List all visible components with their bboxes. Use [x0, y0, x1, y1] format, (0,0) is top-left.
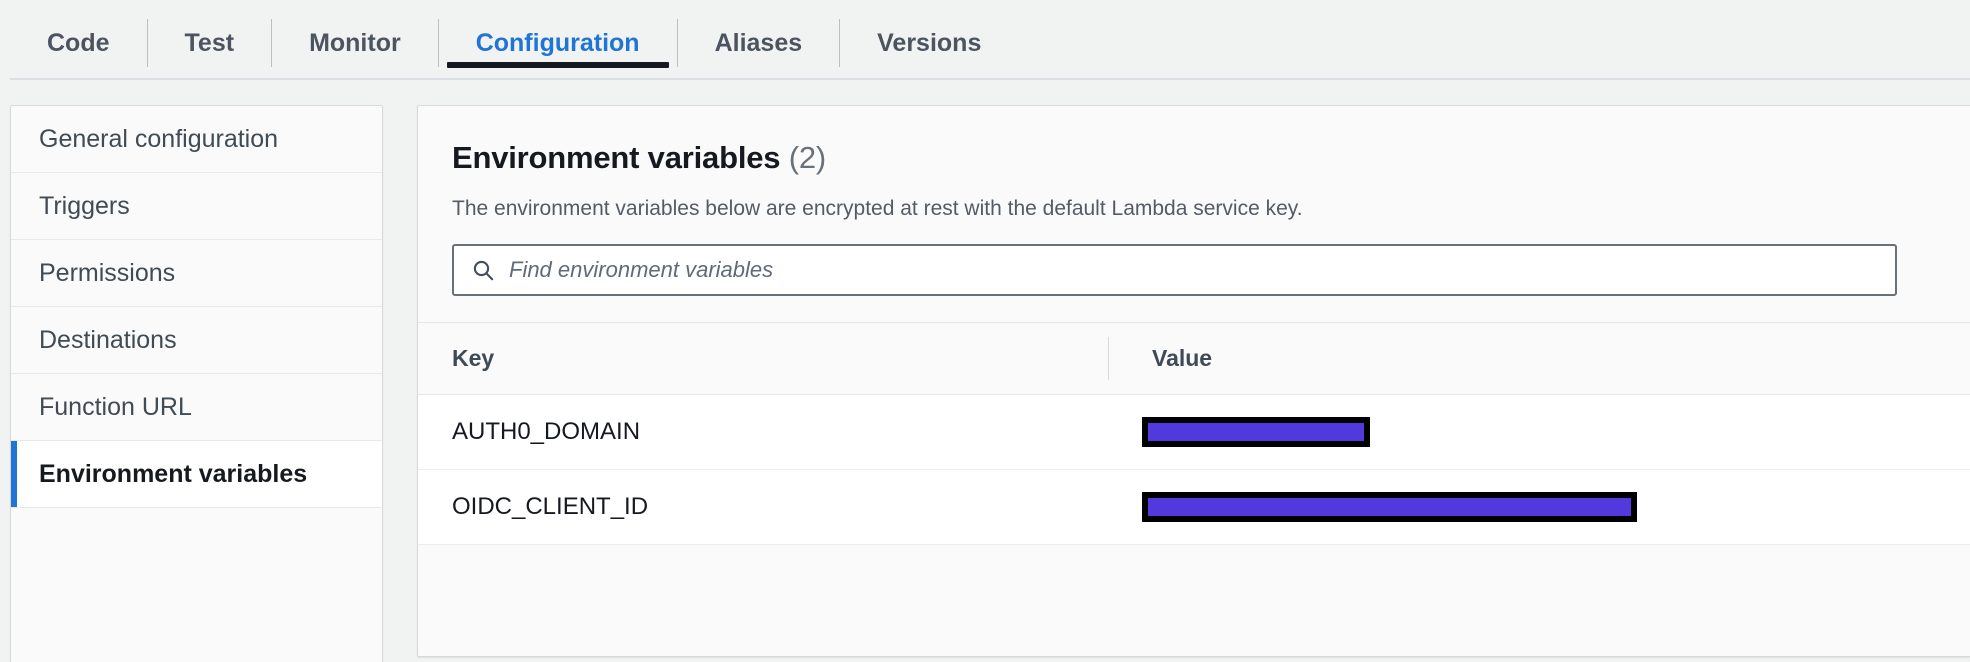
panel-header: Environment variables (2) The environmen… [418, 106, 1970, 222]
tab-monitor[interactable]: Monitor [272, 0, 438, 86]
lambda-configuration-screen: Code Test Monitor Configuration Aliases Versi… [0, 0, 1970, 662]
page-title-text: Environment variables [452, 140, 781, 175]
sidebar-item-destinations[interactable]: Destinations [11, 307, 382, 374]
sidebar-item-triggers[interactable]: Triggers [11, 173, 382, 240]
sidebar-item-label: Permissions [39, 258, 176, 287]
search-input[interactable] [495, 257, 1895, 284]
tab-aliases[interactable]: Aliases [678, 0, 840, 86]
tab-label: Monitor [309, 28, 401, 57]
sidebar-item-overflow[interactable] [11, 508, 382, 575]
tab-list: Code Test Monitor Configuration Aliases Versi… [0, 0, 1970, 86]
tab-test[interactable]: Test [148, 0, 272, 86]
cell-key: OIDC_CLIENT_ID [418, 469, 1108, 546]
active-tab-indicator [446, 62, 669, 68]
tab-label: Versions [877, 28, 982, 57]
page-title-count: (2) [788, 140, 827, 175]
tab-label: Code [47, 28, 110, 57]
cell-key: AUTH0_DOMAIN [418, 394, 1108, 471]
column-header-value[interactable]: Value [1108, 322, 1970, 396]
search-area [418, 222, 1970, 322]
search-icon [473, 261, 494, 281]
cell-value [1108, 469, 1970, 546]
table-header: Key Value [418, 322, 1970, 396]
environment-variables-table: Key Value AUTH0_DOMAIN OIDC_CLIENT_ID [418, 322, 1970, 546]
function-tab-bar: Code Test Monitor Configuration Aliases Versi… [0, 0, 1970, 88]
sidebar-item-environment-variables[interactable]: Environment variables [11, 441, 382, 508]
table-body: AUTH0_DOMAIN OIDC_CLIENT_ID [418, 394, 1970, 546]
redacted-value-box [1142, 417, 1370, 448]
sidebar-item-label: Destinations [39, 325, 177, 354]
page-title: Environment variables (2) [452, 140, 1936, 176]
cell-value [1108, 394, 1970, 471]
sidebar-item-permissions[interactable]: Permissions [11, 240, 382, 307]
environment-variables-panel: Environment variables (2) The environmen… [417, 105, 1970, 657]
tab-configuration[interactable]: Configuration [439, 0, 677, 86]
table-row: AUTH0_DOMAIN [418, 394, 1970, 471]
sidebar-item-label: Environment variables [39, 459, 308, 488]
sidebar-item-list: General configuration Triggers Permissions… [11, 106, 382, 508]
tab-label: Aliases [714, 28, 803, 57]
sidebar-item-general-configuration[interactable]: General configuration [11, 106, 382, 173]
sidebar-item-label: Triggers [39, 191, 130, 220]
tab-bar-divider [10, 78, 1970, 80]
column-header-key[interactable]: Key [418, 322, 1108, 396]
search-box[interactable] [452, 244, 1897, 297]
table-header-row: Key Value [418, 322, 1970, 396]
sidebar-item-label: Function URL [39, 392, 192, 421]
redacted-value-box [1142, 492, 1637, 523]
sidebar-item-function-url[interactable]: Function URL [11, 374, 382, 441]
panel-description: The environment variables below are encr… [452, 197, 1303, 220]
tab-label: Configuration [475, 28, 640, 57]
table-row: OIDC_CLIENT_ID [418, 469, 1970, 546]
tab-versions[interactable]: Versions [840, 0, 1018, 86]
tab-code[interactable]: Code [10, 0, 147, 86]
sidebar-item-label: General configuration [39, 124, 279, 153]
tab-label: Test [184, 28, 235, 57]
configuration-sidebar: General configuration Triggers Permissions… [10, 105, 383, 662]
